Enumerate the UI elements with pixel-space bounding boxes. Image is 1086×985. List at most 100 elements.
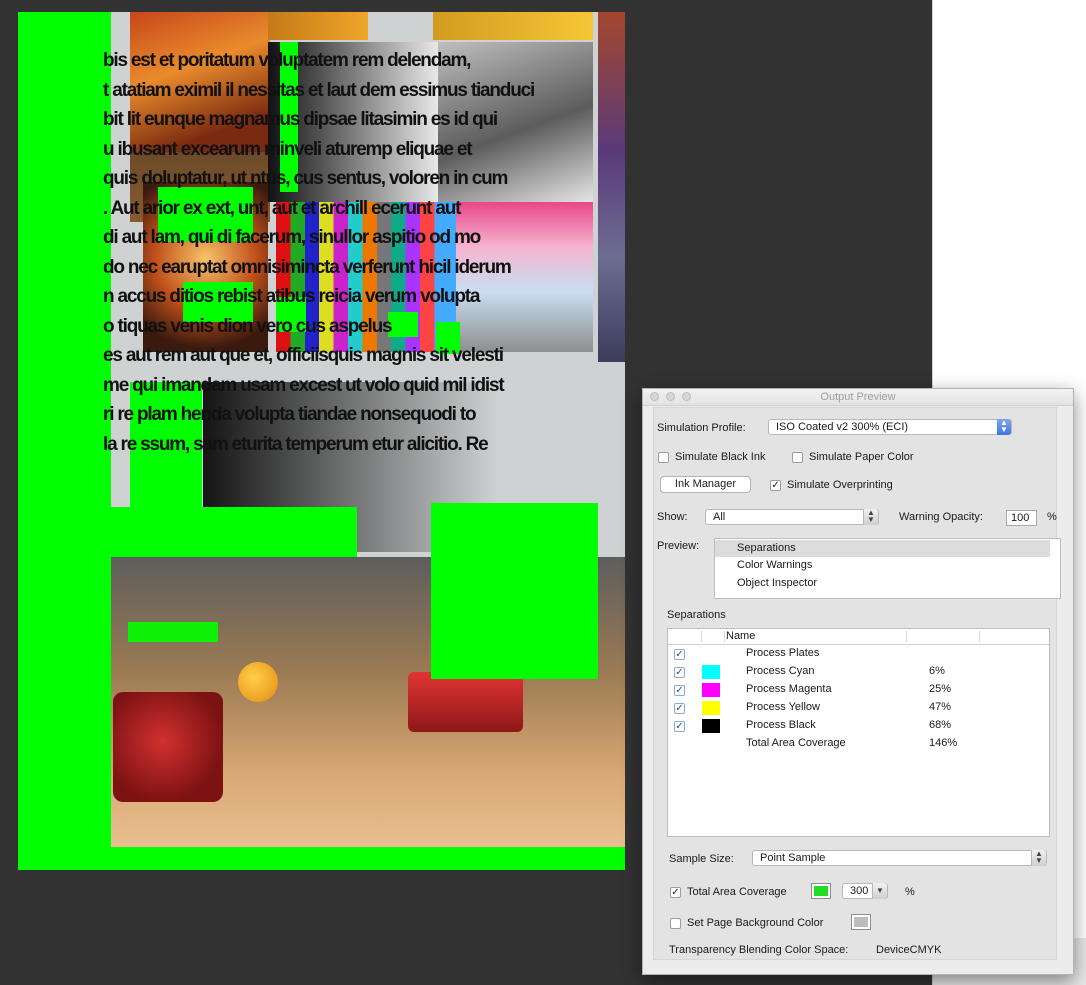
- coverage-warning-band: [111, 507, 357, 557]
- preview-item-color-warnings[interactable]: Color Warnings: [715, 557, 1050, 574]
- photo-orange-top: [268, 12, 368, 40]
- chevron-updown-icon: ▲ ▼: [863, 509, 878, 525]
- body-text: bis est et poritatum voluptatem rem dele…: [103, 46, 625, 459]
- simulate-paper-color-checkbox[interactable]: [792, 452, 803, 463]
- panel-title: Output Preview: [820, 391, 896, 403]
- transparency-blending-value: DeviceCMYK: [876, 944, 942, 956]
- page-background-color-well[interactable]: [851, 914, 871, 930]
- set-page-background-label: Set Page Background Color: [687, 917, 824, 929]
- separation-name: Process Yellow: [746, 701, 820, 713]
- transparency-blending-label: Transparency Blending Color Space:: [669, 944, 849, 956]
- magenta-swatch: [702, 683, 720, 697]
- separation-percent: 68%: [929, 719, 952, 731]
- warning-opacity-label: Warning Opacity:: [899, 511, 983, 523]
- coverage-color-swatch: [814, 886, 828, 896]
- coverage-warning-square: [431, 503, 598, 679]
- separation-row-process-magenta[interactable]: ✓ Process Magenta 25%: [668, 681, 1049, 699]
- simulation-profile-value: ISO Coated v2 300% (ECI): [776, 421, 909, 433]
- total-area-coverage-combo[interactable]: 300 ▼: [842, 883, 888, 899]
- simulate-overprinting-checkbox[interactable]: ✓: [770, 480, 781, 491]
- document-canvas[interactable]: bis est et poritatum voluptatem rem dele…: [18, 12, 625, 870]
- simulation-profile-label: Simulation Profile:: [657, 422, 746, 434]
- separation-row-process-black[interactable]: ✓ Process Black 68%: [668, 717, 1049, 735]
- preview-list[interactable]: Separations Color Warnings Object Inspec…: [714, 538, 1061, 599]
- yellow-swatch: [702, 701, 720, 715]
- warning-opacity-input[interactable]: 100: [1006, 510, 1037, 526]
- separation-percent: 6%: [929, 665, 945, 677]
- separation-name: Process Black: [746, 719, 816, 731]
- chevron-updown-icon: ▲ ▼: [997, 419, 1011, 435]
- show-select[interactable]: All ▲ ▼: [705, 509, 879, 525]
- text-line: bit lit eunque magnamus dipsae litasimin…: [103, 109, 498, 130]
- total-area-coverage-unit: %: [905, 886, 915, 898]
- chevron-down-icon: ▼: [872, 883, 887, 899]
- photo-red-telephone: [113, 692, 223, 802]
- output-preview-panel: Output Preview Simulation Profile: ISO C…: [642, 388, 1074, 975]
- text-line: di aut lam, qui di facerum, sinullor asp…: [103, 227, 481, 248]
- text-line: t atatiam eximil il nessitas et laut dem…: [103, 79, 535, 101]
- text-line: n accus ditios rebist atibus reicia veru…: [103, 286, 480, 307]
- sample-size-label: Sample Size:: [669, 853, 734, 865]
- show-label: Show:: [657, 511, 688, 523]
- separation-percent: 25%: [929, 683, 952, 695]
- set-page-background-checkbox[interactable]: [670, 918, 681, 929]
- separation-percent: 146%: [929, 737, 958, 749]
- text-line: bis est et poritatum voluptatem rem dele…: [103, 50, 471, 71]
- separation-percent: 47%: [929, 701, 952, 713]
- separations-label: Separations: [667, 609, 726, 621]
- column-divider: [979, 631, 980, 642]
- column-divider: [701, 631, 702, 642]
- text-line: do nec earuptat omnisimincta verferunt h…: [103, 256, 512, 278]
- separation-row-process-cyan[interactable]: ✓ Process Cyan 6%: [668, 663, 1049, 681]
- separation-name: Process Cyan: [746, 665, 815, 677]
- total-area-coverage-checkbox[interactable]: ✓: [670, 887, 681, 898]
- text-line: ri re plam henda volupta tiandae nonsequ…: [103, 404, 477, 425]
- page-background-swatch: [854, 917, 868, 927]
- sample-size-value: Point Sample: [760, 852, 826, 864]
- text-line: u ibusant excearum minveli aturemp eliqu…: [103, 138, 473, 160]
- coverage-warning-bottom: [111, 847, 625, 870]
- process-plates-checkbox[interactable]: ✓: [674, 649, 685, 660]
- separation-row-process-plates[interactable]: ✓ Process Plates: [668, 645, 1049, 663]
- process-magenta-checkbox[interactable]: ✓: [674, 685, 685, 696]
- simulate-overprinting-label: Simulate Overprinting: [787, 479, 893, 491]
- column-name: Name: [726, 630, 756, 642]
- simulate-black-ink-checkbox[interactable]: [658, 452, 669, 463]
- show-value: All: [713, 511, 726, 523]
- column-divider: [906, 631, 907, 642]
- separation-row-total-area-coverage[interactable]: Total Area Coverage 146%: [668, 735, 1049, 753]
- sample-size-select[interactable]: Point Sample ▲ ▼: [752, 850, 1047, 866]
- coverage-warning-desk: [128, 622, 218, 642]
- simulation-profile-select[interactable]: ISO Coated v2 300% (ECI) ▲ ▼: [768, 419, 1012, 435]
- warning-opacity-unit: %: [1047, 511, 1057, 523]
- separation-name: Total Area Coverage: [746, 737, 846, 749]
- panel-content: Simulation Profile: ISO Coated v2 300% (…: [653, 407, 1061, 960]
- preview-item-separations[interactable]: Separations: [715, 540, 1050, 557]
- text-line: o tiquas venis dion vero cus aspelus: [103, 315, 393, 337]
- simulate-paper-color-label: Simulate Paper Color: [809, 451, 914, 463]
- process-black-checkbox[interactable]: ✓: [674, 721, 685, 732]
- text-line: quis doluptatur, ut ntus, cus sentus, vo…: [103, 168, 508, 189]
- photo-red-object: [408, 672, 523, 732]
- separation-name: Process Magenta: [746, 683, 832, 695]
- process-cyan-checkbox[interactable]: ✓: [674, 667, 685, 678]
- preview-label: Preview:: [657, 540, 700, 552]
- process-yellow-checkbox[interactable]: ✓: [674, 703, 685, 714]
- ink-manager-button[interactable]: Ink Manager: [660, 476, 751, 493]
- chevron-updown-icon: ▲ ▼: [1031, 850, 1046, 866]
- text-line: . Aut arior ex ext, unt, aut et archill …: [103, 197, 461, 219]
- separation-row-process-yellow[interactable]: ✓ Process Yellow 47%: [668, 699, 1049, 717]
- total-area-coverage-value: 300: [850, 885, 869, 897]
- text-line: me qui imandam usam excest ut volo quid …: [103, 374, 505, 396]
- total-area-coverage-color-well[interactable]: [811, 883, 831, 899]
- separation-name: Process Plates: [746, 647, 820, 659]
- simulate-black-ink-label: Simulate Black Ink: [675, 451, 766, 463]
- separations-table[interactable]: Name ✓ Process Plates ✓ Process Cyan 6% …: [667, 628, 1050, 837]
- black-swatch: [702, 719, 720, 733]
- separations-table-header: Name: [668, 629, 1049, 645]
- preview-item-object-inspector[interactable]: Object Inspector: [715, 575, 1050, 592]
- photo-orange-ball: [238, 662, 278, 702]
- panel-titlebar[interactable]: Output Preview: [643, 389, 1073, 406]
- column-divider: [724, 631, 725, 642]
- cyan-swatch: [702, 665, 720, 679]
